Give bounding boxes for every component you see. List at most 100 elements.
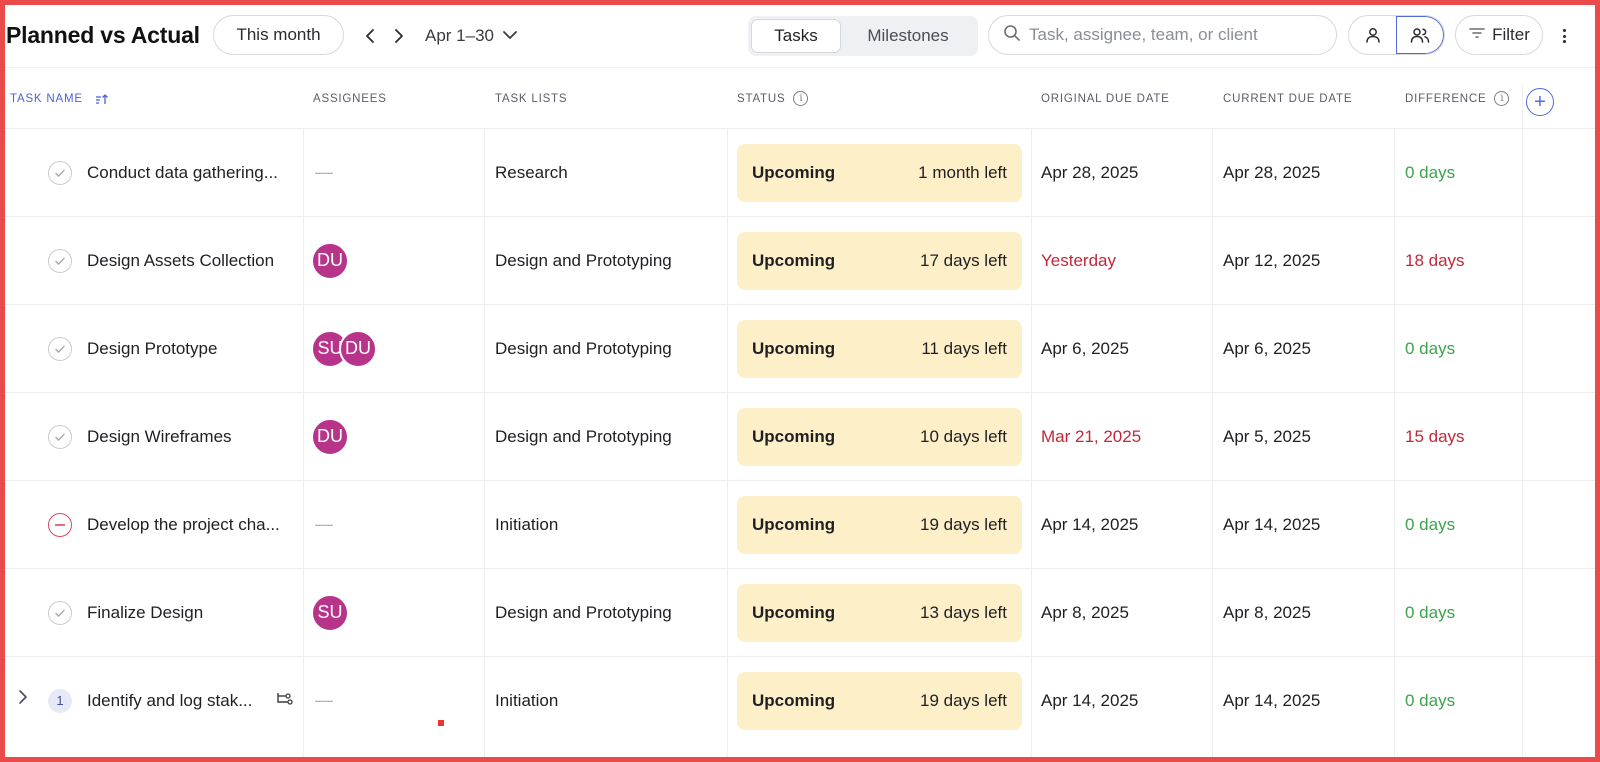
status-badge[interactable]: Upcoming 19 days left [737, 495, 1022, 554]
task-list: Research [495, 162, 568, 182]
search-icon [1003, 24, 1021, 47]
difference-value: 0 days [1405, 162, 1456, 182]
complete-task-icon[interactable] [48, 248, 72, 273]
blocked-task-icon[interactable] [48, 512, 72, 537]
view-toggle: Tasks Milestones [748, 16, 978, 56]
add-column-button[interactable]: + [1526, 88, 1554, 116]
original-due-date: Apr 6, 2025 [1041, 338, 1129, 358]
task-name[interactable]: Design Wireframes [87, 427, 232, 447]
empty-assignee[interactable]: — [315, 162, 333, 183]
difference-value: 0 days [1405, 514, 1456, 534]
filter-label: Filter [1492, 25, 1530, 44]
status-badge[interactable]: Upcoming 11 days left [737, 319, 1022, 378]
cursor-marker [438, 720, 444, 726]
chevron-down-icon [502, 26, 518, 46]
complete-task-icon[interactable] [48, 600, 72, 625]
task-list: Design and Prototyping [495, 250, 672, 270]
current-due-date: Apr 8, 2025 [1223, 602, 1311, 622]
task-list: Initiation [495, 514, 559, 534]
original-due-date: Mar 21, 2025 [1041, 426, 1142, 446]
date-range-label: Apr 1–30 [425, 26, 494, 45]
chevron-right-icon[interactable] [17, 689, 29, 710]
column-header-status[interactable]: STATUS i [737, 68, 809, 129]
table-row[interactable]: 1 Identify and log stak... — Initiation … [5, 657, 1595, 757]
chevron-right-icon[interactable] [391, 27, 407, 45]
avatar[interactable]: DU [311, 241, 349, 280]
task-name[interactable]: Conduct data gathering... [87, 163, 278, 183]
complete-task-icon[interactable] [48, 336, 72, 361]
complete-task-icon[interactable] [48, 160, 72, 185]
status-badge[interactable]: Upcoming 13 days left [737, 583, 1022, 642]
info-icon[interactable]: i [793, 91, 809, 106]
table-row[interactable]: Develop the project cha... — Initiation … [5, 481, 1595, 569]
table-row[interactable]: Design Wireframes DU Design and Prototyp… [5, 393, 1595, 481]
task-name[interactable]: Finalize Design [87, 603, 203, 623]
chevron-left-icon[interactable] [363, 27, 379, 45]
subtask-count-badge[interactable]: 1 [48, 688, 72, 713]
difference-value: 0 days [1405, 338, 1456, 358]
task-list: Design and Prototyping [495, 602, 672, 622]
empty-assignee[interactable]: — [315, 514, 333, 535]
users-icon[interactable] [1396, 16, 1444, 54]
original-due-date: Apr 14, 2025 [1041, 514, 1139, 534]
original-due-date: Apr 28, 2025 [1041, 162, 1139, 182]
task-name[interactable]: Design Prototype [87, 339, 217, 359]
status-badge[interactable]: Upcoming 17 days left [737, 231, 1022, 290]
status-badge[interactable]: Upcoming 19 days left [737, 671, 1022, 730]
current-due-date: Apr 14, 2025 [1223, 514, 1321, 534]
original-due-date: Yesterday [1041, 250, 1116, 270]
page-title: Planned vs Actual [6, 22, 200, 48]
subtask-icon[interactable] [275, 691, 293, 712]
this-month-button[interactable]: This month [213, 15, 344, 55]
more-vertical-icon[interactable] [1559, 27, 1569, 45]
table-row[interactable]: Design Prototype SU DU Design and Protot… [5, 305, 1595, 393]
sort-ascending-icon [95, 93, 109, 105]
column-header-current-due-date[interactable]: CURRENT DUE DATE [1223, 68, 1352, 129]
task-name[interactable]: Develop the project cha... [87, 515, 280, 535]
search-input[interactable] [1029, 25, 1319, 45]
column-header-original-due-date[interactable]: ORIGINAL DUE DATE [1041, 68, 1170, 129]
table-row[interactable]: Design Assets Collection DU Design and P… [5, 217, 1595, 305]
top-bar: Planned vs Actual This month Apr 1–30 Ta… [5, 5, 1595, 67]
current-due-date: Apr 28, 2025 [1223, 162, 1321, 182]
difference-value: 0 days [1405, 602, 1456, 622]
table-header: TASK NAME ASSIGNEES TASK LISTS STATUS i … [5, 67, 1595, 129]
difference-value: 0 days [1405, 690, 1456, 710]
avatar[interactable]: DU [339, 329, 377, 368]
column-header-task-lists[interactable]: TASK LISTS [495, 68, 567, 129]
assignee-view-toggle [1348, 15, 1445, 55]
status-badge[interactable]: Upcoming 1 month left [737, 143, 1022, 202]
date-range-dropdown[interactable]: Apr 1–30 [425, 26, 518, 46]
status-badge[interactable]: Upcoming 10 days left [737, 407, 1022, 466]
column-header-assignees[interactable]: ASSIGNEES [313, 68, 387, 129]
current-due-date: Apr 6, 2025 [1223, 338, 1311, 358]
task-name[interactable]: Identify and log stak... [87, 691, 252, 711]
current-due-date: Apr 14, 2025 [1223, 690, 1321, 710]
filter-button[interactable]: Filter [1455, 15, 1543, 55]
task-list: Design and Prototyping [495, 338, 672, 358]
current-due-date: Apr 5, 2025 [1223, 426, 1311, 446]
column-header-task-name[interactable]: TASK NAME [10, 68, 109, 129]
original-due-date: Apr 8, 2025 [1041, 602, 1129, 622]
info-icon[interactable]: i [1494, 91, 1510, 106]
difference-value: 18 days [1405, 250, 1465, 270]
original-due-date: Apr 14, 2025 [1041, 690, 1139, 710]
task-name[interactable]: Design Assets Collection [87, 251, 274, 271]
avatar[interactable]: SU [311, 593, 349, 632]
search-box [988, 15, 1337, 55]
tasks-table: TASK NAME ASSIGNEES TASK LISTS STATUS i … [5, 67, 1595, 757]
table-row[interactable]: Finalize Design SU Design and Prototypin… [5, 569, 1595, 657]
column-header-difference[interactable]: DIFFERENCE i [1405, 68, 1510, 129]
difference-value: 15 days [1405, 426, 1465, 446]
task-list: Initiation [495, 690, 559, 710]
task-list: Design and Prototyping [495, 426, 672, 446]
filter-icon [1468, 25, 1486, 45]
table-row[interactable]: Conduct data gathering... — Research Upc… [5, 129, 1595, 217]
avatar[interactable]: DU [311, 417, 349, 456]
user-icon[interactable] [1349, 16, 1396, 54]
tab-tasks[interactable]: Tasks [751, 19, 841, 53]
current-due-date: Apr 12, 2025 [1223, 250, 1321, 270]
tab-milestones[interactable]: Milestones [841, 19, 975, 53]
complete-task-icon[interactable] [48, 424, 72, 449]
empty-assignee[interactable]: — [315, 690, 333, 711]
